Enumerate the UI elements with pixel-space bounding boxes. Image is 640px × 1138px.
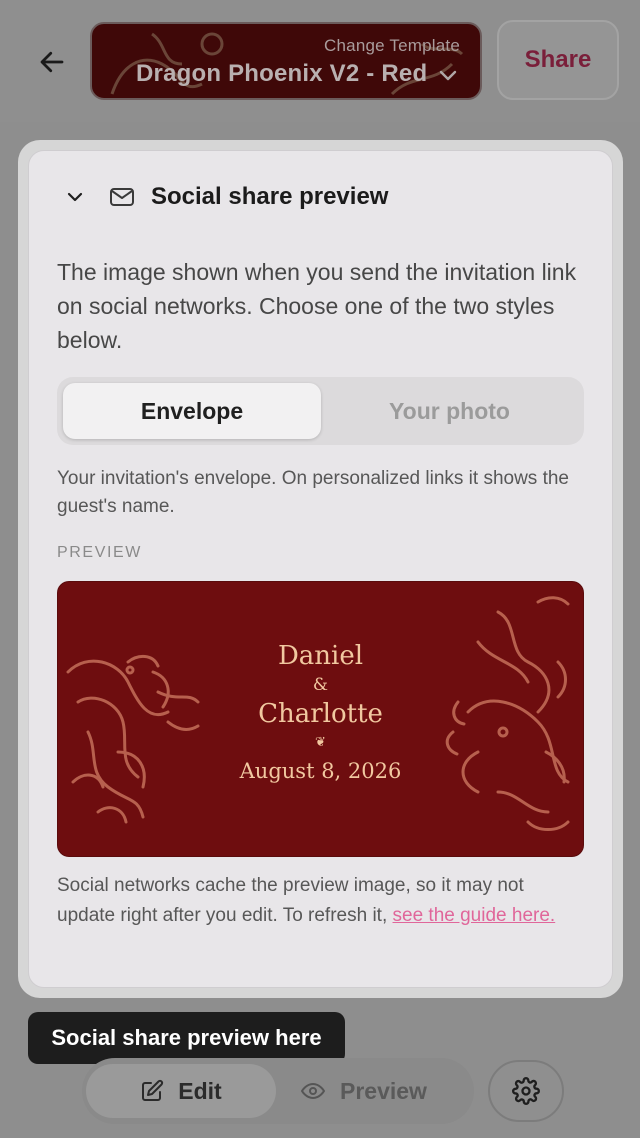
envelope-preview-card: Daniel & Charlotte ❦ August 8, 2026 — [57, 581, 584, 857]
chevron-down-icon — [439, 70, 457, 81]
ampersand: & — [312, 675, 329, 695]
preview-tab-label: Preview — [340, 1077, 427, 1104]
settings-button[interactable] — [488, 1060, 564, 1122]
share-button[interactable]: Share — [497, 20, 619, 100]
option-description: Your invitation's envelope. On personali… — [57, 468, 569, 517]
panel-header[interactable]: Social share preview — [57, 179, 388, 215]
top-bar: Change Template Dragon Phoenix V2 - Red … — [0, 0, 640, 122]
arrow-left-icon — [40, 51, 64, 73]
social-share-preview-panel: Social share preview The image shown whe… — [28, 150, 613, 988]
edit-tab[interactable]: Edit — [86, 1064, 276, 1118]
chevron-down-icon[interactable] — [57, 191, 93, 203]
eye-icon — [301, 1083, 325, 1099]
couple-name-1: Daniel — [277, 641, 364, 671]
template-caption: Change Template — [324, 36, 460, 55]
envelope-option[interactable]: Envelope — [63, 383, 321, 439]
gear-icon — [512, 1077, 540, 1105]
back-button[interactable] — [30, 40, 74, 84]
onboarding-tooltip: Social share preview here — [28, 1012, 345, 1064]
panel-title: Social share preview — [151, 183, 389, 210]
event-date: August 8, 2026 — [239, 759, 402, 783]
edit-icon — [142, 1079, 164, 1101]
preview-label: PREVIEW — [57, 544, 142, 561]
ornament: ❦ — [315, 735, 326, 750]
guide-link[interactable]: see the guide here. — [393, 905, 556, 926]
your-photo-option[interactable]: Your photo — [321, 383, 578, 439]
edit-label: Edit — [178, 1077, 222, 1104]
mail-icon — [107, 186, 137, 208]
change-template-button[interactable]: Change Template Dragon Phoenix V2 - Red — [90, 22, 482, 100]
cache-note: Social networks cache the preview image,… — [57, 871, 577, 931]
panel-intro: The image shown when you send the invita… — [57, 259, 577, 353]
couple-name-2: Charlotte — [258, 699, 383, 729]
envelope-text: Daniel & Charlotte ❦ August 8, 2026 — [58, 640, 583, 786]
template-name: Dragon Phoenix V2 - Red — [136, 60, 428, 87]
style-toggle: Envelope Your photo — [57, 377, 584, 445]
preview-tab[interactable]: Preview — [300, 1064, 460, 1118]
